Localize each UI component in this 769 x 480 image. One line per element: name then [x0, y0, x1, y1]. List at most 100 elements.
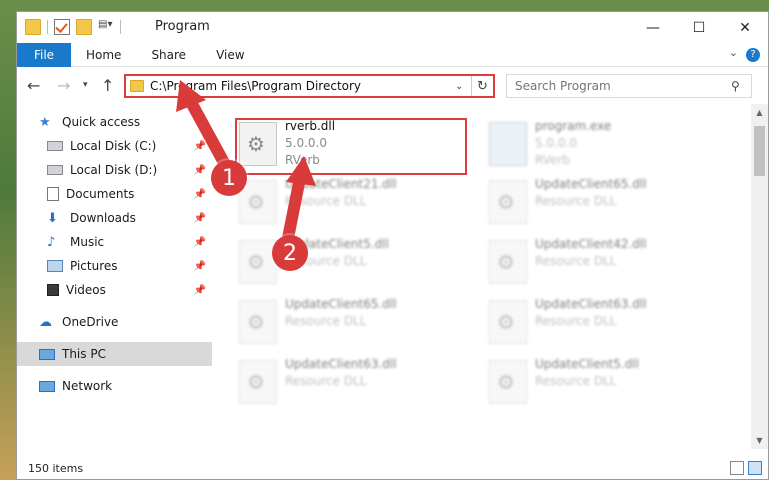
window-title: Program	[155, 19, 210, 34]
sidebar-item-videos[interactable]: Videos 📌	[17, 278, 212, 302]
sidebar-item-local-disk-d[interactable]: Local Disk (D:) 📌	[17, 158, 212, 182]
status-bar: 150 items	[17, 457, 768, 479]
dll-file-icon	[239, 300, 277, 344]
search-box[interactable]: ⚲	[506, 74, 752, 98]
toolbar-separator	[120, 20, 121, 34]
file-name: UpdateClient5.dll	[535, 357, 639, 371]
toolbar-separator	[47, 20, 48, 34]
maximize-button[interactable]: ☐	[676, 12, 722, 43]
chevron-down-icon[interactable]: ⌄	[455, 81, 471, 92]
list-item[interactable]: UpdateClient65.dll Resource DLL	[485, 176, 715, 231]
tab-home[interactable]: Home	[71, 43, 136, 67]
file-list: rverb.dll 5.0.0.0 RVerb UpdateClient21.d…	[213, 104, 748, 449]
chevron-down-icon[interactable]: ⌄	[729, 46, 738, 59]
pin-icon[interactable]: 📌	[194, 141, 206, 152]
list-item[interactable]: UpdateClient5.dll Resource DLL	[485, 356, 715, 411]
forward-arrow-icon[interactable]: →	[57, 76, 70, 95]
ribbon-tabs: File Home Share View ⌄ ?	[17, 43, 768, 67]
file-name: UpdateClient63.dll	[535, 297, 647, 311]
sidebar-item-label: Quick access	[62, 115, 141, 129]
list-item[interactable]: UpdateClient5.dll Resource DLL	[235, 236, 465, 291]
rverb-highlight-box	[235, 118, 467, 175]
dll-file-icon	[239, 240, 277, 284]
sidebar-item-music[interactable]: ♪ Music 📌	[17, 230, 212, 254]
file-name: UpdateClient21.dll	[285, 177, 397, 191]
details-view-icon[interactable]	[730, 461, 744, 475]
folder-icon[interactable]	[25, 19, 41, 35]
file-name: UpdateClient65.dll	[535, 177, 647, 191]
list-item[interactable]: UpdateClient63.dll Resource DLL	[235, 356, 465, 411]
dll-file-icon	[489, 300, 527, 344]
scrollbar-thumb[interactable]	[754, 126, 765, 176]
network-icon	[39, 380, 55, 392]
item-count: 150 items	[28, 461, 84, 475]
tiles-view-icon[interactable]	[748, 461, 762, 475]
sidebar-item-label: Network	[62, 379, 113, 393]
sidebar-item-network[interactable]: Network	[17, 374, 212, 398]
customize-toolbar-icon[interactable]: ▤▾	[98, 19, 114, 35]
tab-view[interactable]: View	[201, 43, 259, 67]
file-name: UpdateClient65.dll	[285, 297, 397, 311]
tab-file[interactable]: File	[17, 43, 71, 67]
videos-icon	[47, 284, 59, 296]
address-row: ← → ▾ ↑ C:\Program Files\Program Directo…	[17, 68, 768, 104]
sidebar-item-downloads[interactable]: ⬇ Downloads 📌	[17, 206, 212, 230]
dll-file-icon	[239, 360, 277, 404]
minimize-button[interactable]: —	[630, 12, 676, 43]
properties-icon[interactable]	[54, 19, 70, 35]
scroll-up-icon[interactable]: ▲	[751, 104, 768, 121]
quick-access-toolbar: ▤▾	[25, 19, 121, 35]
pin-icon[interactable]: 📌	[194, 213, 206, 224]
vertical-scrollbar[interactable]: ▲ ▼	[751, 104, 768, 449]
pin-icon[interactable]: 📌	[194, 261, 206, 272]
file-description: Resource DLL	[285, 194, 367, 208]
sidebar-item-label: OneDrive	[62, 315, 119, 329]
file-explorer-window: ▤▾ Program — ☐ ✕ File Home Share View ⌄ …	[16, 11, 769, 480]
dll-file-icon	[489, 240, 527, 284]
music-icon: ♪	[47, 235, 56, 250]
recent-locations-icon[interactable]: ▾	[83, 80, 88, 90]
new-folder-icon[interactable]	[76, 19, 92, 35]
pin-icon[interactable]: 📌	[194, 165, 206, 176]
sidebar-item-pictures[interactable]: Pictures 📌	[17, 254, 212, 278]
computer-icon	[39, 348, 55, 360]
file-description: Resource DLL	[285, 374, 367, 388]
sidebar-item-label: Documents	[66, 187, 135, 201]
sidebar-item-label: Local Disk (D:)	[70, 163, 158, 177]
file-description: Resource DLL	[535, 194, 617, 208]
file-description: Resource DLL	[535, 314, 617, 328]
cloud-icon: ☁	[39, 315, 52, 330]
sidebar-item-onedrive[interactable]: ☁ OneDrive	[17, 310, 212, 334]
pin-icon[interactable]: 📌	[194, 189, 206, 200]
list-item[interactable]: UpdateClient21.dll Resource DLL	[235, 176, 465, 231]
sidebar-item-documents[interactable]: Documents 📌	[17, 182, 212, 206]
documents-icon	[47, 187, 59, 201]
sidebar-item-local-disk-c[interactable]: Local Disk (C:) 📌	[17, 134, 212, 158]
folder-icon	[130, 80, 144, 92]
help-icon[interactable]: ?	[746, 48, 760, 62]
step-2-badge: 2	[272, 235, 308, 271]
refresh-icon[interactable]: ↻	[471, 76, 493, 96]
close-button[interactable]: ✕	[722, 12, 768, 43]
view-toggle	[730, 461, 762, 475]
sidebar-item-label: Music	[70, 235, 105, 249]
scroll-down-icon[interactable]: ▼	[751, 432, 768, 449]
file-description: Resource DLL	[285, 314, 367, 328]
back-arrow-icon[interactable]: ←	[27, 76, 40, 95]
address-bar[interactable]: C:\Program Files\Program Directory ⌄ ↻	[124, 74, 495, 98]
list-item[interactable]: UpdateClient63.dll Resource DLL	[485, 296, 715, 351]
pin-icon[interactable]: 📌	[194, 285, 206, 296]
tab-share[interactable]: Share	[136, 43, 201, 67]
pin-icon[interactable]: 📌	[194, 237, 206, 248]
search-input[interactable]	[515, 79, 731, 93]
search-icon[interactable]: ⚲	[731, 79, 751, 93]
file-name: UpdateClient63.dll	[285, 357, 397, 371]
list-item[interactable]: UpdateClient42.dll Resource DLL	[485, 236, 715, 291]
list-item-program-exe[interactable]: program.exe 5.0.0.0 RVerb	[485, 118, 715, 173]
address-path[interactable]: C:\Program Files\Program Directory	[150, 79, 455, 93]
list-item[interactable]: UpdateClient65.dll Resource DLL	[235, 296, 465, 351]
up-arrow-icon[interactable]: ↑	[101, 76, 114, 95]
sidebar-item-this-pc[interactable]: This PC	[17, 342, 212, 366]
sidebar-item-quick-access[interactable]: ★ Quick access	[17, 110, 212, 134]
dll-file-icon	[489, 360, 527, 404]
